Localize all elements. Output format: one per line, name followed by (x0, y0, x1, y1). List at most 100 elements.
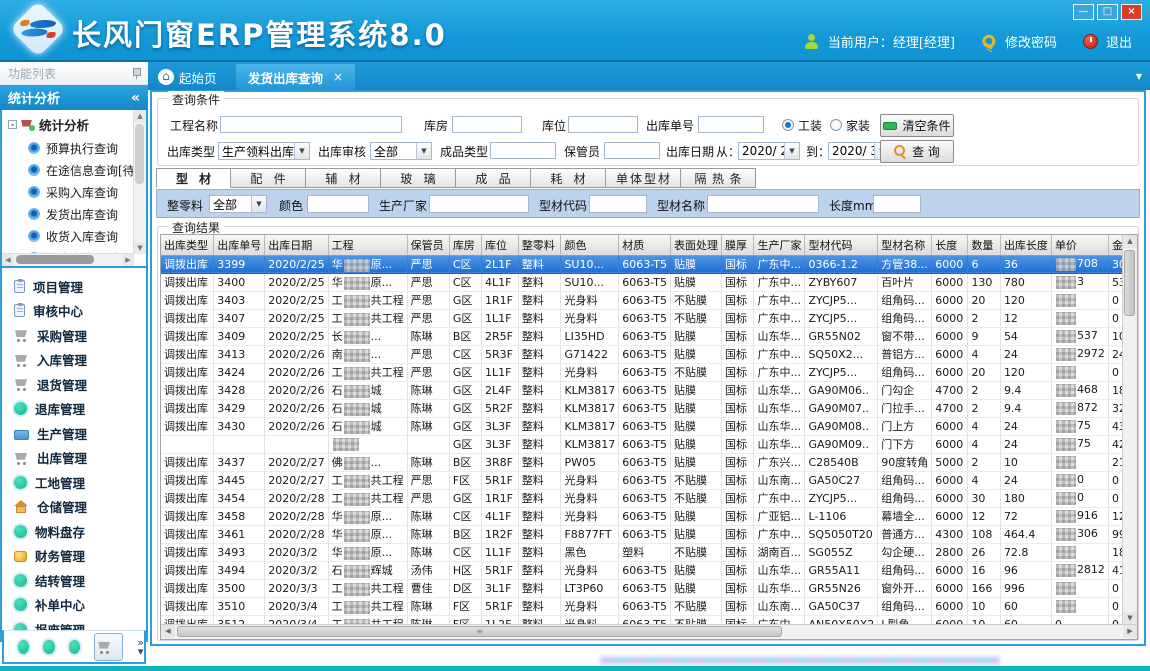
tab-close-icon[interactable]: × (333, 70, 343, 84)
sidebar-item-production[interactable]: 生产管理 (2, 421, 146, 446)
quick-button-2[interactable] (43, 640, 54, 654)
scroll-up-icon[interactable]: ▲ (134, 110, 146, 122)
location-input[interactable] (568, 116, 638, 133)
table-row[interactable]: 调拨出库34072020/2/25工共工程严思G区1L1F整料光身料6063-T… (161, 309, 1137, 327)
date-from-select[interactable]: 2020/ 2/16▼ (738, 142, 800, 160)
tab-shipping-query[interactable]: 发货出库查询 × (236, 64, 355, 90)
tree-item[interactable]: 收货入库查询 (2, 225, 146, 247)
column-header[interactable]: 出库类型 (161, 235, 214, 255)
column-header[interactable]: 材质 (619, 235, 671, 255)
table-row[interactable]: 调拨出库34092020/2/25长...陈琳B区2R5F整料LI35HD606… (161, 327, 1137, 345)
table-row[interactable]: 调拨出库34942020/3/2石辉城汤伟H区5R1F整料光身料6063-T5贴… (161, 561, 1137, 579)
tree-item[interactable]: 采购入库查询 (2, 181, 146, 203)
column-header[interactable]: 出库长度 (1000, 235, 1051, 255)
sidebar-item-return-goods[interactable]: 退货管理 (2, 372, 146, 397)
scroll-thumb[interactable] (16, 255, 94, 264)
radio-gongzhuang-label[interactable]: 工装 (798, 118, 822, 135)
logout-button[interactable]: 退出 (1106, 32, 1132, 51)
out-type-select[interactable]: 生产领料出库▼ (218, 142, 310, 160)
table-row[interactable]: 调拨出库34582020/2/28华原...陈琳C区4L1F整料光身料6063-… (161, 507, 1137, 525)
column-header[interactable]: 长度 (932, 235, 968, 255)
table-row[interactable]: 调拨出库34932020/3/2华原...陈琳C区1L1F整料黑色塑料不贴膜国标… (161, 543, 1137, 561)
tab-home[interactable]: ⌂ 起始页 (158, 66, 217, 88)
material-tab-2[interactable]: 配件 (231, 168, 306, 188)
whole-part-select[interactable]: 全部▼ (209, 195, 267, 213)
close-button[interactable]: × (1121, 4, 1142, 20)
tree-item[interactable]: 在途信息查询[待 (2, 159, 146, 181)
clear-conditions-button[interactable]: 清空条件 (880, 114, 954, 137)
scroll-left-icon[interactable]: ◀ (2, 254, 14, 266)
product-type-input[interactable] (490, 142, 556, 159)
table-row[interactable]: 调拨出库34032020/2/25工共工程严思G区1R1F整料光身料6063-T… (161, 291, 1137, 309)
column-header[interactable]: 库房 (449, 235, 481, 255)
chevron-down-icon[interactable]: ▼ (251, 196, 266, 212)
scroll-up-icon[interactable]: ▲ (1123, 235, 1137, 248)
table-vertical-scrollbar[interactable]: ▲▼ (1122, 235, 1137, 625)
tree-vertical-scrollbar[interactable]: ▲▼ (133, 110, 146, 254)
maximize-button[interactable]: □ (1097, 4, 1118, 20)
table-horizontal-scrollbar[interactable]: ◀≡▶ (161, 624, 1137, 639)
sidebar-item-finance[interactable]: 财务管理 (2, 544, 146, 569)
pin-icon[interactable] (132, 68, 140, 79)
table-row[interactable]: 调拨出库34542020/2/28工共工程严思G区1R1F整料光身料6063-T… (161, 489, 1137, 507)
table-row[interactable]: 调拨出库34132020/2/26南...严思C区5R3F整料G71422606… (161, 345, 1137, 363)
scroll-thumb[interactable] (135, 124, 144, 184)
table-row[interactable]: 调拨出库34282020/2/26石城陈琳G区2L4F整料KLM38176063… (161, 381, 1137, 399)
section-header[interactable]: 统计分析 « (0, 85, 148, 110)
expander-icon[interactable]: - (8, 120, 17, 129)
sidebar-item-return-store[interactable]: 退库管理 (2, 397, 146, 422)
collapse-icon[interactable]: « (131, 90, 140, 106)
table-row[interactable]: 调拨出库33992020/2/25华原...严思C区2L1F整料SU10...6… (161, 255, 1137, 273)
search-button[interactable]: 查 询 (880, 140, 954, 163)
sidebar-item-supplement[interactable]: 补单中心 (2, 593, 146, 618)
material-tab-3[interactable]: 辅材 (306, 168, 381, 188)
column-header[interactable]: 膜厚 (721, 235, 754, 255)
change-password-button[interactable]: 修改密码 (1005, 32, 1057, 51)
warehouse-input[interactable] (452, 116, 522, 133)
audit-select[interactable]: 全部▼ (370, 142, 432, 160)
color-input[interactable] (307, 195, 369, 213)
scroll-left-icon[interactable]: ◀ (161, 625, 175, 638)
minimize-button[interactable]: — (1073, 4, 1094, 20)
sidebar-item-storage[interactable]: 仓储管理 (2, 495, 146, 520)
column-header[interactable]: 工程 (328, 235, 407, 255)
table-row[interactable]: 调拨出库34372020/2/27佛...陈琳B区3R8F整料PW056063-… (161, 453, 1137, 471)
order-no-input[interactable] (698, 116, 764, 133)
tab-list-dropdown-icon[interactable]: ▼ (1136, 72, 1142, 81)
column-header[interactable]: 出库日期 (265, 235, 328, 255)
column-header[interactable]: 数量 (968, 235, 1001, 255)
profile-name-input[interactable] (707, 195, 819, 213)
tree-horizontal-scrollbar[interactable]: ◀▶ (2, 253, 134, 266)
table-row[interactable]: 调拨出库34302020/2/26石城陈琳G区3L3F整料KLM38176063… (161, 417, 1137, 435)
column-header[interactable]: 单价 (1051, 235, 1108, 255)
profile-code-input[interactable] (589, 195, 647, 213)
column-header[interactable]: 生产厂家 (754, 235, 805, 255)
overflow-chevron-icon[interactable]: »▾ (137, 638, 144, 656)
chevron-down-icon[interactable]: ▼ (294, 143, 309, 159)
sidebar-item-project[interactable]: 项目管理 (2, 274, 146, 299)
material-tab-6[interactable]: 耗材 (531, 168, 606, 188)
sidebar-item-site[interactable]: 工地管理 (2, 470, 146, 495)
quick-button-1[interactable] (18, 640, 29, 654)
column-header[interactable]: 整零料 (518, 235, 561, 255)
table-row[interactable]: 调拨出库35002020/3/3工共工程曹佳D区3L1F整料LT3P606063… (161, 579, 1137, 597)
project-name-input[interactable] (220, 116, 402, 133)
sidebar-item-purchase[interactable]: 采购管理 (2, 323, 146, 348)
tree-item[interactable]: 发货出库查询 (2, 203, 146, 225)
table-row[interactable]: G区3L3F整料KLM38176063-T5贴膜国标山东华...GA90M09.… (161, 435, 1137, 453)
sidebar-item-audit-center[interactable]: 审核中心 (2, 299, 146, 324)
sidebar-item-carryover[interactable]: 结转管理 (2, 568, 146, 593)
quick-button-3[interactable] (69, 640, 80, 654)
column-header[interactable]: 颜色 (561, 235, 619, 255)
material-tab-5[interactable]: 成品 (456, 168, 531, 188)
radio-jiazhuang[interactable] (830, 119, 842, 131)
sidebar-item-inventory[interactable]: 物料盘存 (2, 519, 146, 544)
table-row[interactable]: 调拨出库34002020/2/25华原...严思C区4L1F整料SU10...6… (161, 273, 1137, 291)
table-row[interactable]: 调拨出库34452020/2/27工共工程严思F区5R1F整料光身料6063-T… (161, 471, 1137, 489)
table-row[interactable]: 调拨出库34612020/2/28华原...陈琳B区1R2F整料F8877FT6… (161, 525, 1137, 543)
material-tab-7[interactable]: 单体型材 (606, 168, 681, 188)
tree-item[interactable]: 预算执行查询 (2, 137, 146, 159)
column-header[interactable]: 保管员 (407, 235, 449, 255)
table-row[interactable]: 调拨出库34242020/2/26工共工程严思G区1L1F整料光身料6063-T… (161, 363, 1137, 381)
scroll-thumb[interactable] (1124, 250, 1135, 316)
